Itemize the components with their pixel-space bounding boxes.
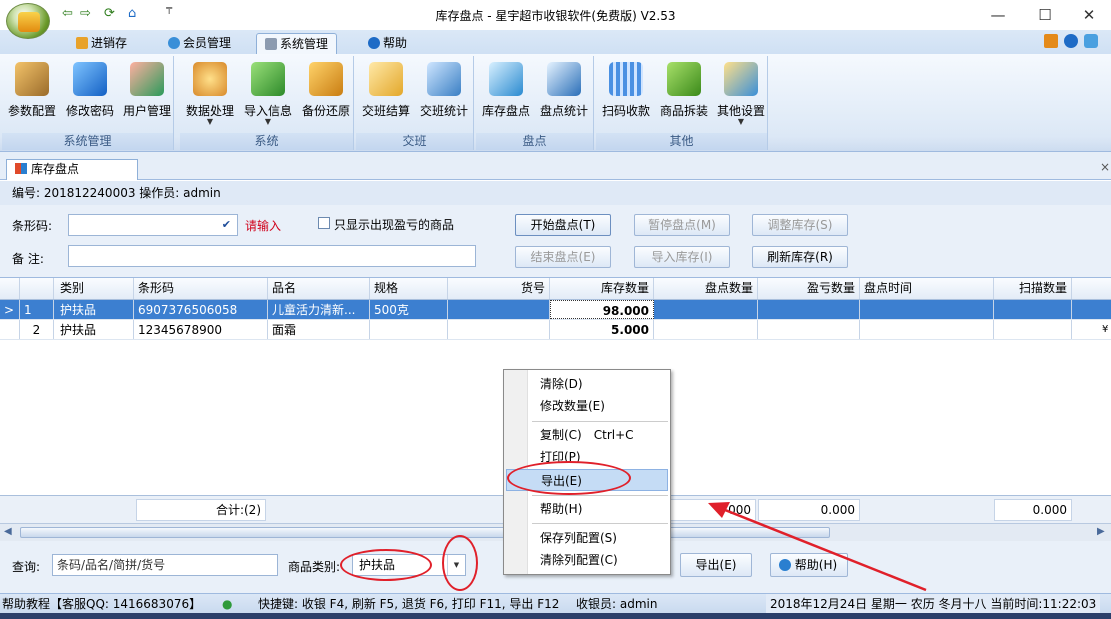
app-menu-orb[interactable] [6,3,50,39]
app-logo-icon [18,12,40,32]
annotation-arrow [708,502,927,592]
